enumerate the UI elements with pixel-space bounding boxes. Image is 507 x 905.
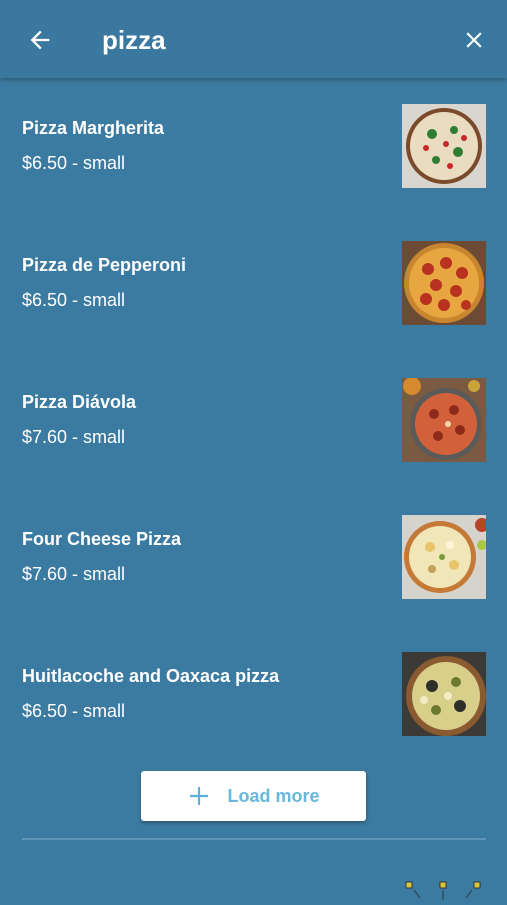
back-button[interactable] xyxy=(22,22,58,58)
item-price: $6.50 - small xyxy=(22,153,126,173)
pizza-thumbnail xyxy=(402,515,486,599)
item-price: $7.60 - small xyxy=(22,427,126,447)
search-query[interactable]: pizza xyxy=(102,24,166,56)
close-icon xyxy=(466,32,482,48)
plus-icon xyxy=(187,784,211,808)
item-price: $7.60 - small xyxy=(22,564,126,584)
item-name: Four Cheese Pizza xyxy=(22,529,182,549)
pizza-thumbnail xyxy=(402,378,486,462)
pizza-thumbnail xyxy=(402,104,486,188)
item-name: Pizza Diávola xyxy=(22,392,137,412)
list-item[interactable]: Pizza de Pepperoni $6.50 - small xyxy=(0,215,507,352)
load-more-label: Load more xyxy=(227,785,320,806)
item-name: Pizza Margherita xyxy=(22,118,165,138)
list-item[interactable]: Pizza Diávola $7.60 - small xyxy=(0,352,507,489)
pizza-thumbnail xyxy=(402,241,486,325)
item-price: $6.50 - small xyxy=(22,290,126,310)
list-item[interactable]: Huitlacoche and Oaxaca pizza $6.50 - sma… xyxy=(0,626,507,763)
results-list: Pizza Margherita $6.50 - small Pizza de … xyxy=(0,78,507,763)
list-item[interactable]: Four Cheese Pizza $7.60 - small xyxy=(0,489,507,626)
load-more-button[interactable]: Load more xyxy=(141,771,366,821)
item-name: Huitlacoche and Oaxaca pizza xyxy=(22,666,280,686)
clear-search-button[interactable] xyxy=(456,22,492,58)
item-price: $6.50 - small xyxy=(22,701,126,721)
item-name: Pizza de Pepperoni xyxy=(22,255,187,275)
arrow-left-icon xyxy=(30,30,50,50)
resize-handle-icon[interactable] xyxy=(402,878,486,900)
divider xyxy=(22,838,486,840)
pizza-thumbnail xyxy=(402,652,486,736)
list-item[interactable]: Pizza Margherita $6.50 - small xyxy=(0,78,507,215)
app-bar: pizza xyxy=(0,0,507,78)
